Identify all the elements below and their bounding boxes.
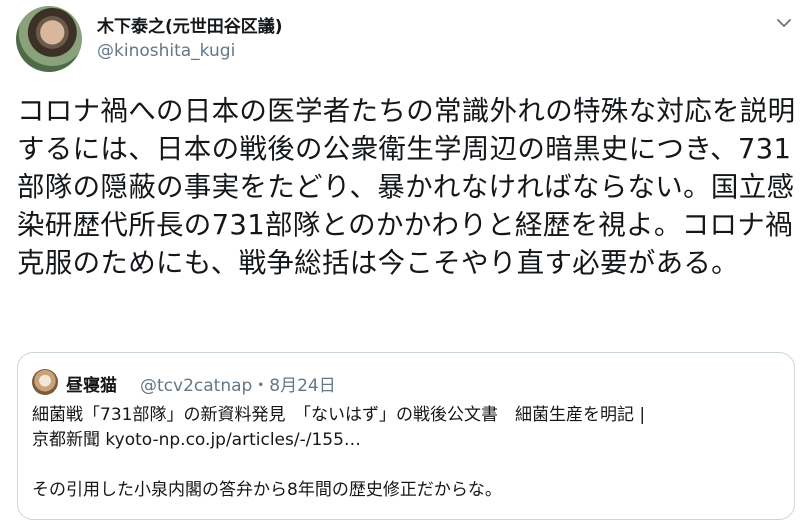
author-display-name[interactable]: 木下泰之(元世田谷区議) — [97, 12, 283, 37]
author-handle[interactable]: @kinoshita_kugi — [97, 41, 235, 61]
tweet-text: コロナ禍への日本の医学者たちの常識外れの特殊な対応を説明するには、日本の戦後の公… — [17, 95, 796, 279]
quoted-text-line: その引用した小泉内閣の答弁から8年間の歴史修正だからな。 — [32, 480, 502, 500]
author-avatar[interactable] — [16, 6, 82, 72]
quoted-link-line[interactable]: 京都新聞 kyoto-np.co.jp/articles/-/155… — [32, 428, 782, 453]
quoted-tweet-body: 細菌戦「731部隊」の新資料発見 「ないはず」の戦後公文書 細菌生産を明記 | … — [32, 403, 782, 503]
chevron-down-icon[interactable] — [773, 12, 795, 34]
quoted-text-line: 細菌戦「731部隊」の新資料発見 「ないはず」の戦後公文書 細菌生産を明記 | — [32, 405, 646, 425]
quoted-tweet[interactable]: 昼寝猫 @tcv2catnap・8月24日 細菌戦「731部隊」の新資料発見 「… — [17, 352, 795, 520]
quoted-display-name: 昼寝猫 — [66, 376, 117, 396]
quoted-handle-date: @tcv2catnap・8月24日 — [140, 376, 336, 396]
quoted-author-avatar — [32, 369, 58, 395]
